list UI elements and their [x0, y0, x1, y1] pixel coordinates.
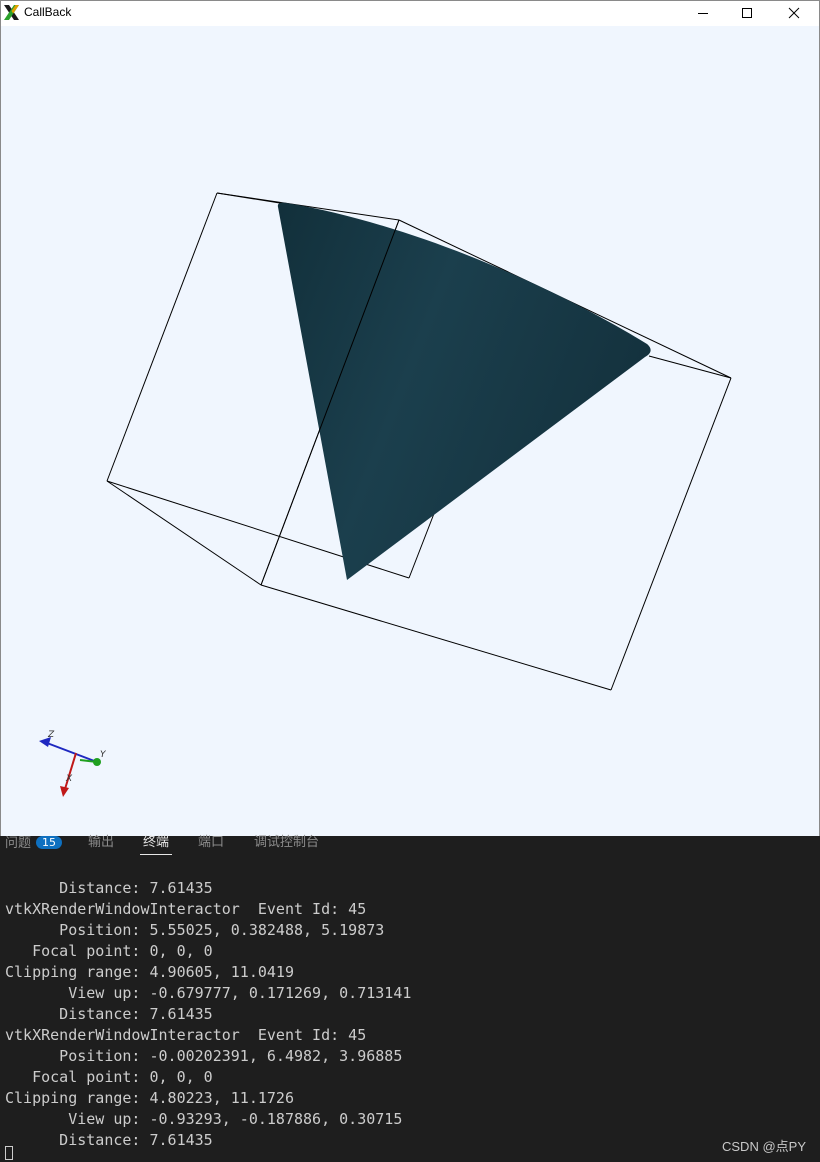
minimize-button[interactable]: [680, 1, 726, 25]
maximize-button[interactable]: [724, 1, 770, 25]
terminal-line: Clipping range: 4.90605, 11.0419: [5, 963, 294, 981]
close-icon: [788, 7, 800, 19]
y-axis-label: Y: [100, 750, 107, 760]
terminal-line: Position: 5.55025, 0.382488, 5.19873: [5, 921, 385, 939]
terminal-line: View up: -0.679777, 0.171269, 0.713141: [5, 984, 412, 1002]
x-axis-label: X: [65, 774, 73, 784]
terminal-cursor: [5, 1146, 13, 1160]
tab-terminal[interactable]: 终端: [143, 836, 169, 850]
terminal-line: vtkXRenderWindowInteractor Event Id: 45: [5, 1026, 367, 1044]
orientation-axes: Z Y X: [39, 730, 107, 797]
tab-debug-console[interactable]: 调试控制台: [254, 836, 319, 850]
tab-output[interactable]: 输出: [88, 836, 114, 850]
close-button[interactable]: [771, 1, 817, 25]
terminal-line: Focal point: 0, 0, 0: [5, 942, 213, 960]
panel-tabs: 问题 15 输出 终端 端口 调试控制台: [0, 836, 820, 858]
terminal-line: Clipping range: 4.80223, 11.1726: [5, 1089, 294, 1107]
tab-problems[interactable]: 问题 15: [5, 836, 63, 851]
active-tab-indicator: [140, 854, 172, 855]
terminal-line: Position: -0.00202391, 6.4982, 3.96885: [5, 1047, 403, 1065]
x-app-icon: [4, 5, 19, 20]
minimize-icon: [698, 13, 708, 14]
title-bar[interactable]: CallBack: [1, 1, 819, 26]
x-axis-arrow-icon: [60, 786, 69, 797]
render-viewport[interactable]: Z Y X: [1, 26, 819, 837]
tab-problems-label: 问题: [5, 836, 32, 851]
problems-count-badge: 15: [36, 836, 63, 849]
terminal-line: Focal point: 0, 0, 0: [5, 1068, 213, 1086]
tab-ports[interactable]: 端口: [198, 836, 224, 850]
window-title: CallBack: [24, 5, 72, 19]
maximize-icon: [742, 8, 752, 18]
terminal-output[interactable]: Distance: 7.61435 vtkXRenderWindowInterac…: [5, 878, 820, 1151]
terminal-line: Distance: 7.61435: [5, 1005, 213, 1023]
z-axis-label: Z: [47, 730, 55, 740]
terminal-line: vtkXRenderWindowInteractor Event Id: 45: [5, 900, 367, 918]
render-window: CallBack Z Y X: [0, 0, 820, 836]
terminal-line: Distance: 7.61435: [5, 1131, 213, 1149]
terminal-line: Distance: 7.61435: [5, 879, 213, 897]
watermark: CSDN @点PY: [722, 1139, 806, 1154]
terminal-line: View up: -0.93293, -0.187886, 0.30715: [5, 1110, 403, 1128]
terminal-panel: 问题 15 输出 终端 端口 调试控制台 Distance: 7.61435 vtk…: [0, 836, 820, 1162]
